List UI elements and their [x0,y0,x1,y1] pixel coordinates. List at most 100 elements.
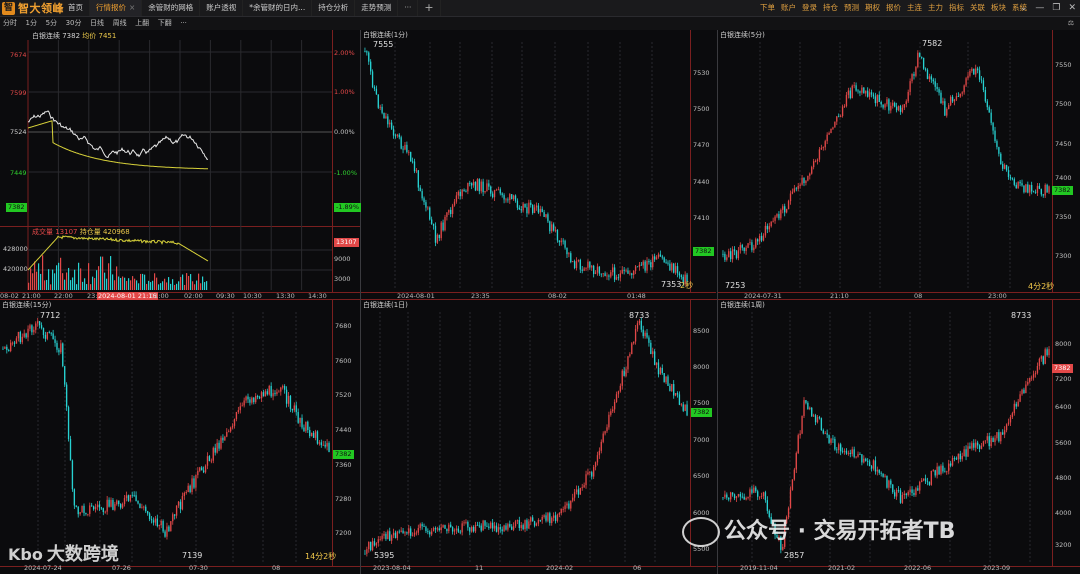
tick: 4000 [1055,509,1072,517]
tick: 7440 [693,178,710,186]
intraday-price-tag: 7382 [6,203,27,212]
low-marker: 7253 [725,281,746,290]
tick: 7524 [10,128,27,136]
kline-1min-panel[interactable]: 白银连续(1分) 7555 7353 2秒 7530 7500 7470 744… [361,30,716,300]
panel-title: 白银连续(1周) [720,301,765,309]
avg-price: 均价 7451 [82,32,117,40]
x-label: 09:30 [216,292,235,300]
volume-value: 成交量 13107 [32,228,78,236]
brand-text: 大数跨境 [46,544,119,565]
bar-countdown: 14分2秒 [305,552,337,561]
intraday-price: 白银连续 7382 [32,32,81,40]
tick: 8000 [1055,340,1072,348]
tick: 7674 [10,51,27,59]
tick: 9000 [334,255,351,263]
kline-15min-panel[interactable]: 白银连续(15分) 7712 7139 14分2秒 7680 7600 7520… [0,300,360,574]
x-label: 11 [475,564,484,572]
tick: 7680 [335,322,352,330]
brand-icon: Kbo [8,545,43,564]
kline-5min-panel[interactable]: 白银连续(5分) 7582 7253 4分2秒 7550 7500 7450 7… [718,30,1080,300]
tick: 7200 [1055,375,1072,383]
tick: 7449 [10,169,27,177]
tick: -1.00% [334,169,357,177]
x-label: 08 [914,292,923,300]
tick: 7530 [693,69,710,77]
price-tag: 7382 [1052,364,1073,373]
x-label: 2024-07-31 [744,292,782,300]
x-label: 07-30 [189,564,208,572]
tick: 8000 [693,363,710,371]
panel-title: 白银连续(1分) [363,31,408,39]
tick: 7600 [335,357,352,365]
x-label: 13:30 [276,292,295,300]
tick: 4800 [1055,474,1072,482]
price-tag: 7382 [693,247,714,256]
high-marker: 7582 [922,39,943,48]
tick: 7520 [335,391,352,399]
high-marker: 7555 [373,40,394,49]
tick: 6500 [693,472,710,480]
brand-watermark: Kbo 大数跨境 [8,540,119,566]
intraday-panel[interactable]: 白银连续 7382 均价 7451 7674 7599 7524 7449 73… [0,30,361,300]
x-label: 02:00 [184,292,203,300]
kline-daily-panel[interactable]: 白银连续(1日) 8733 5395 8500 8000 7500 7382 7… [361,300,716,574]
low-marker: 7353 [661,280,682,289]
open-interest: 持仓量 420968 [79,228,130,236]
x-label: 2024-08-01 [397,292,435,300]
x-label: 23:35 [471,292,490,300]
tick: 7350 [1055,213,1072,221]
bar-countdown: 4分2秒 [1028,282,1055,291]
panel-title: 白银连续(15分) [2,301,52,309]
intraday-pct-tag: -1.89% [334,203,361,212]
x-label: 21:10 [830,292,849,300]
tick: 7400 [1055,174,1072,182]
tick: 7500 [693,105,710,113]
tick: 7500 [693,399,710,407]
bar-countdown: 2秒 [680,281,694,290]
crosshair-time: 2024-08-01 21:16 [97,292,158,300]
x-label: 06 [633,564,642,572]
tick: 7300 [1055,252,1072,260]
high-marker: 8733 [629,311,650,320]
x-label: 21:00 [22,292,41,300]
high-marker: 7712 [40,311,61,320]
tick: 420000 [3,265,28,273]
tick: 7360 [335,461,352,469]
x-label: 08 [272,564,281,572]
tick: 6400 [1055,403,1072,411]
tick: 0.00% [334,128,355,136]
x-label: 08-02 [0,292,19,300]
high-marker: 8733 [1011,311,1032,320]
x-label: 2024-02 [546,564,574,572]
x-label: 22:00 [54,292,73,300]
panel-title: 白银连续(1日) [363,301,408,309]
wechat-watermark: 公众号 · 交易开拓者TB [682,513,955,547]
tick: 7450 [1055,140,1072,148]
x-label: 2022-06 [904,564,932,572]
x-label: 01:48 [627,292,646,300]
tick: 7500 [1055,100,1072,108]
x-label: 2023-08-04 [373,564,411,572]
price-tag: 7382 [691,408,712,417]
x-label: 08-02 [548,292,567,300]
x-label: 23:00 [988,292,1007,300]
x-label: 14:30 [308,292,327,300]
price-tag: 7382 [1052,186,1073,195]
panel-title: 白银连续(5分) [720,31,765,39]
low-marker: 2857 [784,551,805,560]
tick: 7280 [335,495,352,503]
x-label: 2021-02 [828,564,856,572]
price-tag: 7382 [333,450,354,459]
tick: 7470 [693,141,710,149]
tick: 1.00% [334,88,355,96]
tick: 2.00% [334,49,355,57]
tick: 3000 [334,275,351,283]
wechat-text: 公众号 · 交易开拓者TB [724,519,956,544]
low-marker: 7139 [182,551,203,560]
x-label: 2019-11-04 [740,564,778,572]
low-marker: 5395 [374,551,395,560]
tick: 7000 [693,436,710,444]
intraday-title: 白银连续 7382 均价 7451 [32,31,116,41]
tick: 7550 [1055,61,1072,69]
wechat-icon [682,517,720,547]
